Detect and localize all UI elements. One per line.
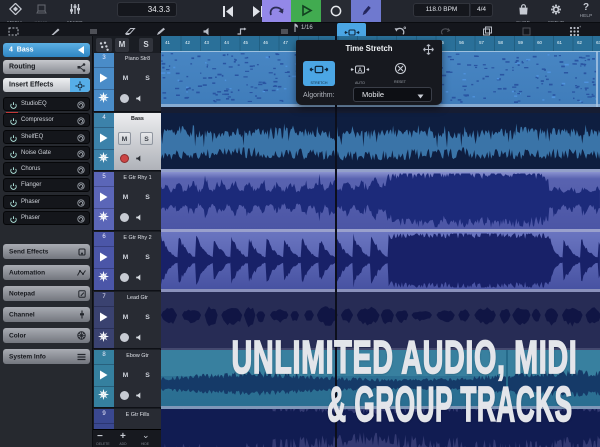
- svg-text:+: +: [579, 25, 581, 29]
- svg-text:A: A: [358, 68, 363, 74]
